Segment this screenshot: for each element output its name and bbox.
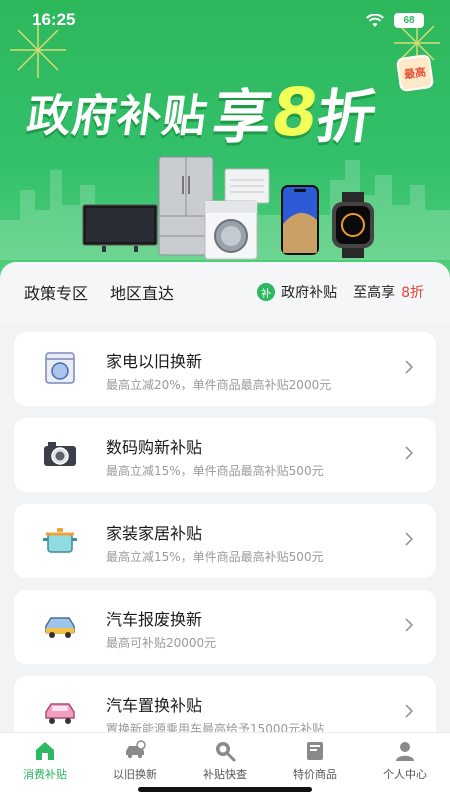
max-enjoy-label: 至高享 — [353, 285, 396, 301]
tab-consumer-subsidy[interactable]: 消费补贴 — [0, 739, 90, 781]
tv-image — [82, 204, 158, 252]
tab-label: 个人中心 — [383, 768, 427, 781]
subsidy-icon: 补 — [257, 283, 276, 301]
tab-subsidy-lookup[interactable]: 补贴快查 — [180, 739, 270, 781]
max-badge: 最高 — [395, 53, 435, 93]
phone-image — [281, 185, 319, 255]
card-car-scrappage[interactable]: 汽车报废换新 最高可补贴20000元 — [14, 590, 436, 664]
chevron-right-icon — [405, 532, 414, 546]
pot-icon — [43, 528, 77, 553]
chevron-right-icon — [405, 618, 414, 632]
card-subtitle: 最高立减15%，单件商品最高补贴500元 — [106, 550, 324, 564]
book-icon — [307, 742, 323, 760]
washing-machine-image — [204, 200, 258, 260]
car-swap-icon — [126, 740, 146, 759]
card-title: 数码购新补贴 — [106, 438, 203, 457]
card-subtitle: 最高立减15%，单件商品最高补贴500元 — [106, 464, 324, 478]
chevron-right-icon — [405, 704, 414, 718]
tab-label: 补贴快查 — [203, 768, 247, 781]
tab-label: 以旧换新 — [113, 768, 157, 781]
gov-subsidy-tag: 补 政府补贴 至高享 8折 — [257, 282, 424, 302]
car-icon — [45, 617, 75, 638]
wifi-icon — [366, 14, 384, 27]
tab-label: 消费补贴 — [23, 768, 67, 781]
user-icon — [396, 742, 414, 761]
status-bar: 16:25 68 — [0, 10, 450, 32]
card-digital-subsidy[interactable]: 数码购新补贴 最高立减15%，单件商品最高补贴500元 — [14, 418, 436, 492]
card-title: 家装家居补贴 — [106, 524, 203, 543]
home-icon — [36, 742, 54, 760]
smartwatch-image — [332, 192, 374, 258]
promo-banner[interactable]: 16:25 68 政府补贴 享 8 折 最高 — [0, 0, 450, 290]
card-appliance-tradein[interactable]: 家电以旧换新 最高立减20%，单件商品最高补贴2000元 — [14, 332, 436, 406]
tab-profile[interactable]: 个人中心 — [360, 739, 450, 781]
battery-indicator: 68 — [394, 13, 424, 28]
pink-car-icon — [45, 703, 75, 724]
chevron-right-icon — [405, 446, 414, 460]
tab-policy-zone[interactable]: 政策专区 — [24, 280, 88, 304]
card-home-furnishing[interactable]: 家装家居补贴 最高立减15%，单件商品最高补贴500元 — [14, 504, 436, 578]
gov-subsidy-label: 政府补贴 — [281, 285, 338, 301]
card-title: 汽车置换补贴 — [106, 696, 203, 715]
headline-gov-subsidy: 政府补贴 — [23, 91, 211, 142]
camera-icon — [44, 442, 76, 466]
headline-discount: 折 — [312, 83, 381, 151]
tab-trade-in[interactable]: 以旧换新 — [90, 739, 180, 781]
card-title: 汽车报废换新 — [106, 610, 203, 629]
card-subtitle: 最高立减20%，单件商品最高补贴2000元 — [106, 378, 332, 392]
policy-bar: 政策专区 地区直达 补 政府补贴 至高享 8折 — [0, 262, 450, 322]
search-icon — [216, 742, 236, 762]
air-conditioner-image — [224, 168, 270, 204]
status-time: 16:25 — [32, 10, 76, 29]
tab-region-direct[interactable]: 地区直达 — [110, 280, 174, 304]
washer-icon — [45, 352, 75, 384]
card-subtitle: 最高可补贴20000元 — [106, 636, 217, 650]
tab-special-offers[interactable]: 特价商品 — [270, 739, 360, 781]
banner-headline: 政府补贴 享 8 折 — [22, 72, 433, 152]
card-title: 家电以旧换新 — [106, 352, 203, 371]
home-indicator[interactable] — [138, 787, 312, 792]
tab-label: 特价商品 — [293, 768, 337, 781]
discount-value: 8折 — [401, 285, 424, 301]
chevron-right-icon — [405, 360, 414, 374]
